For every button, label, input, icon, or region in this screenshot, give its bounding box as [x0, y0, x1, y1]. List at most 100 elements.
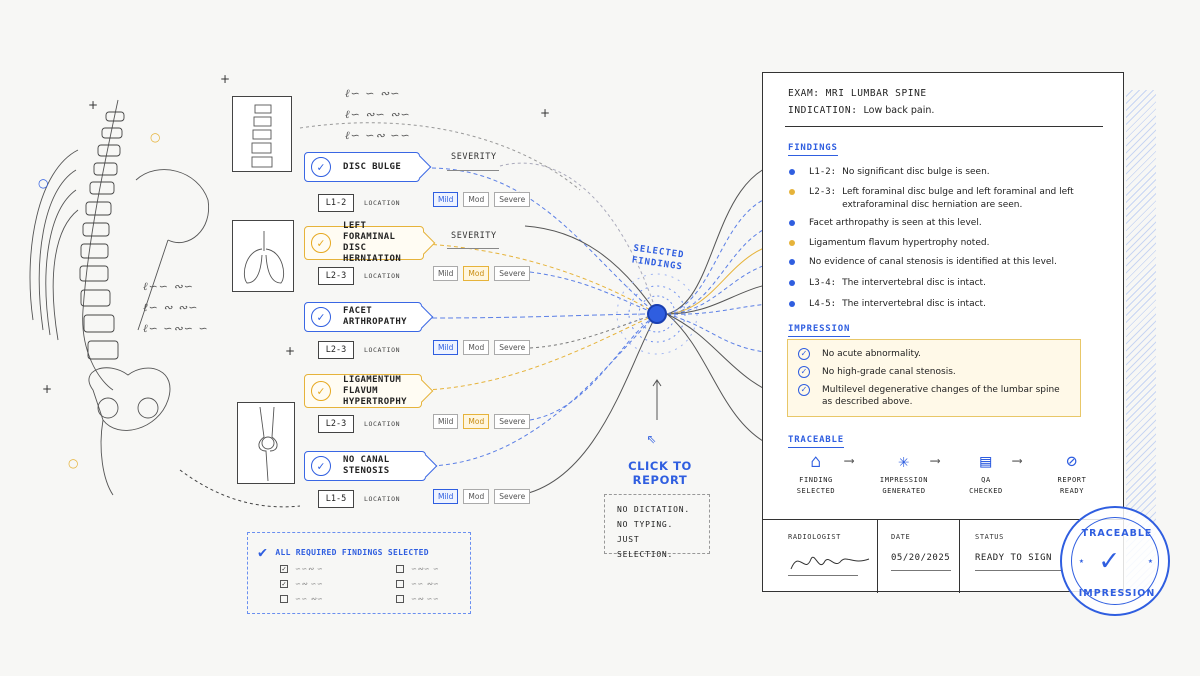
report-finding[interactable]: Ligamentum flavum hypertrophy noted. [789, 237, 1089, 250]
checkbox[interactable] [396, 595, 404, 603]
severity-slider[interactable] [447, 248, 499, 249]
finding-tag[interactable]: ✓ LEFT FORAMINAL DISC HERNIATION [304, 221, 436, 264]
tag-icon: ⌂ [810, 451, 822, 472]
severity-mild-button[interactable]: Mild [433, 340, 459, 355]
signature[interactable] [789, 547, 879, 577]
severity-label: SEVERITY [451, 152, 497, 162]
selected-findings-hub[interactable] [647, 304, 667, 324]
severity-mild-button[interactable]: Mild [433, 266, 459, 281]
severity-mod-button[interactable]: Mod [463, 266, 490, 281]
step-impression-generated: ✳ IMPRESSION GENERATED [869, 449, 939, 497]
checklist-item[interactable]: ∽∽ ∾∽ [280, 595, 323, 603]
level-row: L2-3 LOCATION [318, 341, 400, 359]
check-circle-icon: ✓ [311, 307, 331, 327]
finding-tag[interactable]: ✓ FACET ARTHROPATHY [304, 302, 434, 332]
checklist-item[interactable]: ∽∾ ∽∽ [396, 595, 439, 603]
checklist-item[interactable]: ✓ ∽∾ ∽∽ [280, 580, 323, 588]
severity-mod-button[interactable]: Mod [463, 489, 490, 504]
spine-skeleton-illustration [29, 99, 210, 496]
lungs-thumbnail [232, 220, 294, 292]
scribble-text: ∽∾ ∽∽ [295, 580, 324, 588]
check-icon: ✓ [1100, 543, 1119, 578]
circle-icon: ○ [38, 176, 49, 190]
severity-severe-button[interactable]: Severe [494, 489, 531, 504]
severity-severe-button[interactable]: Severe [494, 340, 531, 355]
finding-left-foraminal-disc-herniation[interactable]: ✓ LEFT FORAMINAL DISC HERNIATION SEVERIT… [304, 221, 544, 285]
finding-disc-bulge[interactable]: ✓ DISC BULGE SEVERITY L1-2 LOCATION Mild… [304, 152, 544, 212]
checkbox[interactable]: ✓ [280, 565, 288, 573]
knee-thumbnail [237, 402, 295, 484]
click-to-report-button[interactable]: CLICK TO REPORT [600, 459, 720, 487]
level-field[interactable]: L1-2 [318, 194, 354, 212]
report-finding[interactable]: No evidence of canal stenosis is identif… [789, 256, 1089, 269]
check-circle-icon: ✓ [311, 456, 331, 476]
finding-tag[interactable]: ✓ DISC BULGE [304, 152, 432, 182]
severity-mild-button[interactable]: Mild [433, 192, 459, 207]
checklist-item[interactable]: ∽∾∽ ∽ [396, 565, 439, 573]
circle-icon: ○ [68, 456, 79, 470]
checkbox[interactable]: ✓ [280, 580, 288, 588]
finding-ligamentum-flavum-hypertrophy[interactable]: ✓ LIGAMENTUM FLAVUM HYPERTROPHY L2-3 LOC… [304, 374, 544, 433]
findings-section-title: FINDINGS [788, 143, 838, 156]
radiologist-label: RADIOLOGIST [788, 533, 841, 541]
bullet-dot [789, 189, 795, 195]
cursor-click-icon: ⇖ [647, 428, 657, 447]
star-icon: ★ [1148, 556, 1153, 565]
checkbox[interactable] [280, 595, 288, 603]
date-cell [877, 519, 878, 593]
severity-severe-button[interactable]: Severe [494, 414, 531, 429]
document-icon: ▤ [980, 451, 992, 472]
finding-facet-arthropathy[interactable]: ✓ FACET ARTHROPATHY L2-3 LOCATION Mild M… [304, 302, 544, 359]
report-finding[interactable]: L4-5: The intervertebral disc is intact. [789, 298, 1089, 311]
severity-severe-button[interactable]: Severe [494, 266, 531, 281]
checklist-item[interactable]: ∽∽ ∾∽ [396, 580, 439, 588]
severity-options: Mild Mod Severe [433, 489, 531, 504]
scribble-text: ∽∾∽ ∽ [411, 565, 440, 573]
arrow-right-icon: ⟶ [931, 453, 940, 469]
severity-mod-button[interactable]: Mod [463, 340, 490, 355]
status-cell [959, 519, 960, 593]
finding-tag[interactable]: ✓ NO CANAL STENOSIS [304, 451, 438, 481]
level-row: L1-5 LOCATION [318, 490, 400, 508]
report-finding[interactable]: L2-3: Left foraminal disc bulge and left … [789, 186, 1089, 211]
step-qa-checked: ▤ QA CHECKED [951, 449, 1021, 497]
level-field[interactable]: L2-3 [318, 341, 354, 359]
traceable-section-title: TRACEABLE [788, 435, 844, 448]
location-label: LOCATION [364, 272, 401, 280]
location-label: LOCATION [364, 199, 401, 207]
impression-item: ✓ No acute abnormality. [798, 348, 921, 360]
circle-icon: ○ [150, 130, 161, 144]
severity-severe-button[interactable]: Severe [494, 192, 531, 207]
sparkle-icon: + [42, 382, 53, 396]
location-label: LOCATION [364, 495, 401, 503]
severity-slider[interactable] [447, 170, 499, 171]
level-row: L2-3 LOCATION [318, 267, 400, 285]
level-field[interactable]: L2-3 [318, 267, 354, 285]
checklist-item[interactable]: ✓ ∽∽∾ ∽ [280, 565, 323, 573]
severity-mod-button[interactable]: Mod [463, 414, 490, 429]
no-dictation-note: NO DICTATION. NO TYPING. JUST SELECTION. [604, 494, 710, 559]
report-finding[interactable]: L3-4: The intervertebral disc is intact. [789, 277, 1089, 290]
report-finding[interactable]: L1-2: No significant disc bulge is seen. [789, 166, 1089, 179]
level-field[interactable]: L1-5 [318, 490, 354, 508]
level-field[interactable]: L2-3 [318, 415, 354, 433]
finding-tag[interactable]: ✓ LIGAMENTUM FLAVUM HYPERTROPHY [304, 374, 434, 408]
checkbox[interactable] [396, 565, 404, 573]
scribble-text: ∽∾ ∽∽ [411, 595, 440, 603]
checkbox[interactable] [396, 580, 404, 588]
handwritten-notes-lower: ℓ∽∽ ∾∽ ℓ∽ ∾ ∾∽ ℓ∽ ∽∾∽ ∽ [143, 280, 209, 335]
finding-no-canal-stenosis[interactable]: ✓ NO CANAL STENOSIS L1-5 LOCATION Mild M… [304, 451, 544, 508]
severity-mild-button[interactable]: Mild [433, 489, 459, 504]
severity-mild-button[interactable]: Mild [433, 414, 459, 429]
bullet-dot [789, 259, 795, 265]
traceable-impression-stamp: TRACEABLE ★ ✓ ★ IMPRESSION [1060, 506, 1170, 616]
date-value: 05/20/2025 [891, 553, 951, 563]
step-report-ready: ⊘ REPORT READY [1037, 449, 1107, 497]
stamp-bottom-text: IMPRESSION [1078, 588, 1156, 599]
star-icon: ★ [1079, 556, 1084, 565]
date-underline [891, 570, 951, 571]
report-finding[interactable]: Facet arthropathy is seen at this level. [789, 217, 1089, 230]
stamp-top-text: TRACEABLE [1081, 528, 1153, 539]
indication-line: INDICATION: Low back pain. [788, 105, 935, 116]
severity-mod-button[interactable]: Mod [463, 192, 490, 207]
